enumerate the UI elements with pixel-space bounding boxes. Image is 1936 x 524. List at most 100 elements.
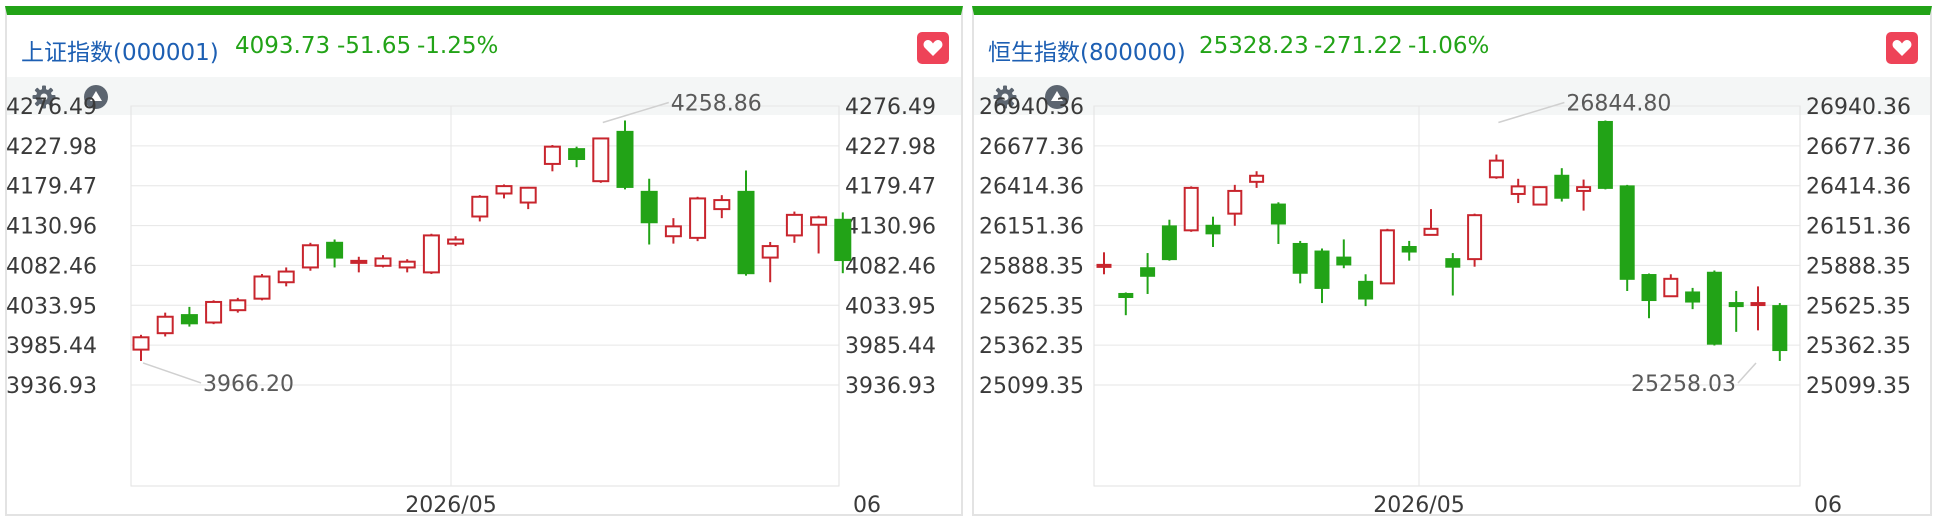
y-tick-label-left: 4276.49 xyxy=(7,95,97,120)
plot-area xyxy=(130,105,840,487)
candle xyxy=(1641,273,1657,319)
candle-body xyxy=(229,299,247,312)
candle-body xyxy=(350,259,368,264)
candle-body xyxy=(1336,256,1352,266)
candle-body xyxy=(1706,271,1722,345)
candle xyxy=(1379,228,1395,285)
candle xyxy=(1205,216,1221,247)
candle xyxy=(1532,186,1548,206)
candle xyxy=(1576,179,1592,211)
candle xyxy=(737,170,755,276)
y-tick-label-left: 4033.95 xyxy=(7,294,97,319)
annotation-leader xyxy=(1737,362,1757,384)
candle xyxy=(1663,274,1679,298)
candle xyxy=(1445,253,1461,296)
candle xyxy=(1488,154,1504,179)
candle-body xyxy=(447,238,465,245)
candle xyxy=(326,239,344,268)
y-tick-label-right: 26940.36 xyxy=(1806,95,1911,120)
candle-body xyxy=(301,244,319,269)
candle-body xyxy=(253,275,271,300)
candle xyxy=(132,334,150,361)
candle-body xyxy=(374,257,392,267)
candle-body xyxy=(640,190,658,224)
candle-body xyxy=(1292,242,1308,274)
candle xyxy=(1140,253,1156,294)
candle-body xyxy=(132,336,150,351)
max-annotation: 4258.86 xyxy=(671,91,762,116)
candle-body xyxy=(785,213,803,237)
candle-body xyxy=(495,185,513,195)
candle-body xyxy=(1488,159,1504,179)
candle-body xyxy=(205,300,223,324)
candle xyxy=(422,233,440,275)
y-tick-label-right: 4082.46 xyxy=(845,254,936,279)
candle-body xyxy=(1096,263,1112,268)
candle xyxy=(810,215,828,254)
index-panel-hangseng: 恒生指数(800000) 25328.23 -271.22 -1.06% 269… xyxy=(972,6,1932,516)
candle-body xyxy=(1314,250,1330,289)
min-annotation: 3966.20 xyxy=(203,372,294,397)
candle-body xyxy=(326,241,344,259)
y-tick-label-left: 26414.36 xyxy=(979,175,1084,200)
candle xyxy=(1597,120,1613,190)
candle xyxy=(785,211,803,243)
candle-body xyxy=(1728,302,1744,308)
candle-body xyxy=(568,148,586,160)
candle xyxy=(1619,184,1635,291)
candle-body xyxy=(737,190,755,275)
y-tick-label-left: 4227.98 xyxy=(7,135,97,160)
candle xyxy=(1270,202,1286,244)
y-tick-label-right: 26677.36 xyxy=(1806,135,1911,160)
annotation-leader xyxy=(142,362,202,384)
candle-body xyxy=(616,130,634,188)
y-tick-label-left: 25362.35 xyxy=(979,334,1084,359)
candle xyxy=(253,274,271,301)
candle xyxy=(205,300,223,325)
index-panel-shanghai: 上证指数(000001) 4093.73 -51.65 -1.25% 4276.… xyxy=(5,6,963,516)
y-tick-label-left: 3936.93 xyxy=(7,374,97,399)
candle xyxy=(1314,248,1330,304)
candle xyxy=(471,195,489,222)
candlestick-chart: 26940.36 26940.36 26677.36 26677.36 26414.36… xyxy=(979,91,1911,516)
y-tick-label-left: 4082.46 xyxy=(7,254,97,279)
candle-body xyxy=(1641,274,1657,302)
y-tick-label-left: 3985.44 xyxy=(7,334,97,359)
candle-body xyxy=(810,216,828,226)
candle xyxy=(1358,274,1374,307)
candle xyxy=(350,256,368,273)
x-tick-label: 2026/05 xyxy=(405,493,496,516)
candle-body xyxy=(1161,225,1177,261)
candle xyxy=(1336,239,1352,269)
y-tick-label-left: 26940.36 xyxy=(979,95,1084,120)
y-tick-label-right: 4276.49 xyxy=(845,95,936,120)
candle-body xyxy=(1249,174,1265,183)
candle-body xyxy=(1445,258,1461,268)
candle xyxy=(1423,209,1439,236)
candle xyxy=(592,137,610,183)
candle-body xyxy=(834,218,852,262)
y-tick-label-right: 4130.96 xyxy=(845,215,936,240)
y-tick-label-right: 25625.35 xyxy=(1806,294,1911,319)
candle xyxy=(447,236,465,247)
candle xyxy=(543,145,561,172)
candle xyxy=(1227,184,1243,226)
y-tick-label-right: 4179.47 xyxy=(845,175,936,200)
candle-body xyxy=(1467,214,1483,261)
candle-body xyxy=(1685,291,1701,303)
y-tick-label-right: 3936.93 xyxy=(845,374,936,399)
candle xyxy=(277,267,295,287)
candle-body xyxy=(1619,185,1635,280)
candle-body xyxy=(1227,189,1243,215)
y-tick-label-right: 26414.36 xyxy=(1806,175,1911,200)
candle-body xyxy=(713,199,731,211)
candle-body xyxy=(1205,224,1221,235)
candle xyxy=(616,120,634,190)
candle xyxy=(713,195,731,219)
candle xyxy=(568,146,586,168)
candle-body xyxy=(1532,186,1548,206)
candle xyxy=(1685,287,1701,310)
y-tick-label-right: 25099.35 xyxy=(1806,374,1911,399)
candle xyxy=(1161,219,1177,261)
candle-body xyxy=(689,197,707,239)
